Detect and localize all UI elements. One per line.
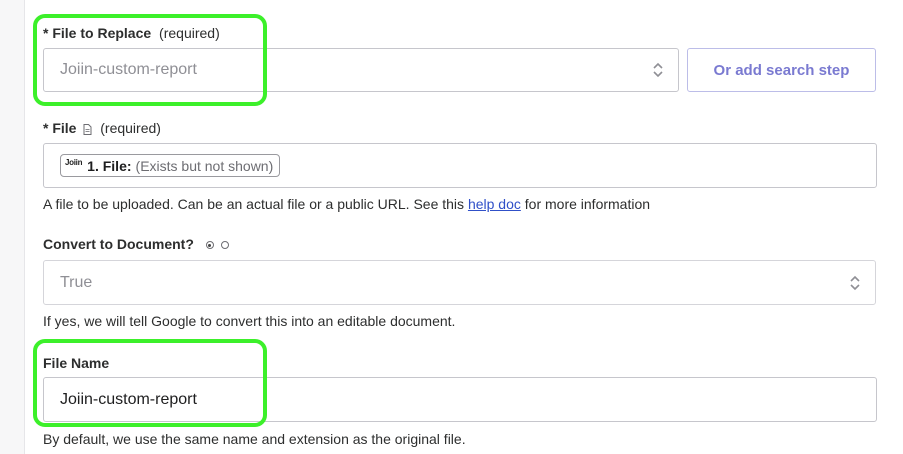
up-down-chevron-icon xyxy=(850,275,860,290)
add-search-step-button[interactable]: Or add search step xyxy=(687,48,876,92)
pill-step-label: 1. File: xyxy=(87,157,132,174)
radio-selected-icon xyxy=(205,241,214,250)
required-asterisk: * xyxy=(43,120,49,136)
file-name-input[interactable]: Joiin-custom-report xyxy=(43,377,877,422)
left-panel-edge xyxy=(0,0,25,454)
file-name-label: File Name xyxy=(43,355,109,371)
file-name-label-text: File Name xyxy=(43,355,110,371)
mapped-field-pill[interactable]: Joiin 1. File: (Exists but not shown) xyxy=(60,154,281,177)
file-help-prefix: A file to be uploaded. Can be an actual … xyxy=(43,196,468,212)
convert-label-text: Convert to Document? xyxy=(43,236,194,252)
file-label-text: File xyxy=(52,120,77,136)
help-doc-link[interactable]: help doc xyxy=(468,196,521,212)
file-to-replace-label: * File to Replace (required) xyxy=(43,25,220,41)
convert-help-text: If yes, we will tell Google to convert t… xyxy=(43,313,456,329)
file-name-help-text: By default, we use the same name and ext… xyxy=(43,431,466,447)
convert-value: True xyxy=(60,273,93,291)
file-to-replace-label-text: File to Replace xyxy=(52,25,152,41)
convert-to-document-select[interactable]: True xyxy=(43,260,876,305)
required-asterisk: * xyxy=(43,25,49,41)
document-icon xyxy=(83,123,92,135)
convert-to-document-label: Convert to Document? xyxy=(43,236,229,252)
joiin-app-icon: Joiin xyxy=(65,158,83,167)
radio-empty-icon xyxy=(220,241,229,250)
file-to-replace-select[interactable]: Joiin-custom-report xyxy=(43,48,679,92)
pill-note: (Exists but not shown) xyxy=(135,157,274,174)
file-help-text: A file to be uploaded. Can be an actual … xyxy=(43,196,650,212)
up-down-chevron-icon xyxy=(653,62,663,78)
file-label: * File (required) xyxy=(43,120,161,136)
file-help-suffix: for more information xyxy=(520,196,651,212)
file-name-value: Joiin-custom-report xyxy=(60,390,197,408)
required-note: (required) xyxy=(100,120,161,136)
required-note: (required) xyxy=(159,25,220,41)
file-input[interactable]: Joiin 1. File: (Exists but not shown) xyxy=(43,143,877,188)
file-to-replace-value: Joiin-custom-report xyxy=(60,61,197,78)
add-search-step-label: Or add search step xyxy=(713,61,850,79)
